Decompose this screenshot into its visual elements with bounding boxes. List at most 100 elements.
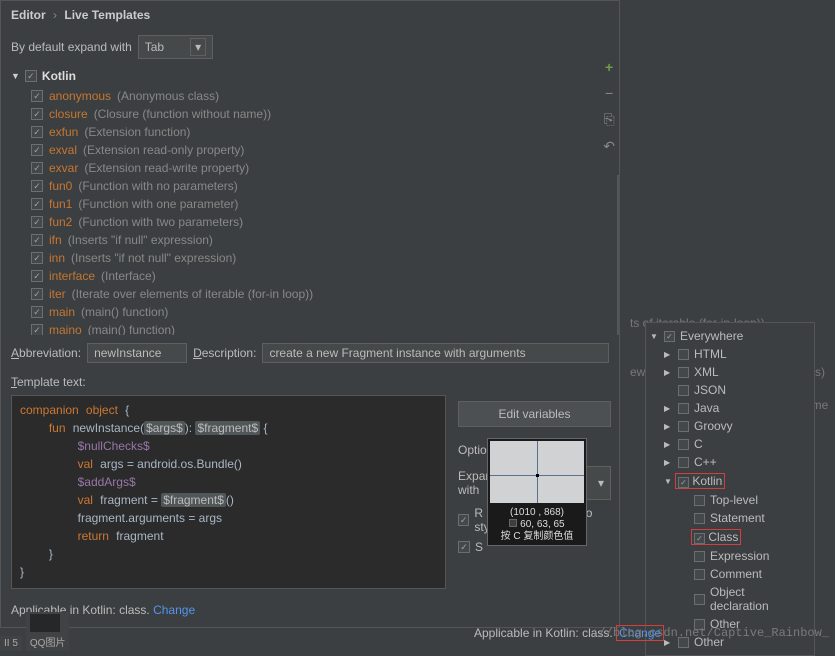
chevron-icon xyxy=(664,458,670,467)
templates-list: ▼ Kotlin anonymous (Anonymous class)clos… xyxy=(1,65,619,335)
template-item[interactable]: exfun (Extension function) xyxy=(1,123,619,141)
abbrev-desc-row: Abbreviation: Description: xyxy=(1,335,619,371)
description-input[interactable] xyxy=(262,343,609,363)
context-checkbox[interactable] xyxy=(694,495,705,506)
chevron-icon xyxy=(664,350,670,359)
template-checkbox[interactable] xyxy=(31,252,43,264)
template-checkbox[interactable] xyxy=(31,234,43,246)
revert-icon[interactable]: ↶ xyxy=(603,138,615,155)
popup-item[interactable]: C xyxy=(646,435,814,453)
template-desc: (Inserts "if not null" expression) xyxy=(71,251,236,265)
template-checkbox[interactable] xyxy=(31,144,43,156)
taskbar: II 5 QQ图片 xyxy=(0,612,69,651)
context-checkbox[interactable] xyxy=(678,367,689,378)
template-name: inn xyxy=(49,251,65,265)
template-item[interactable]: fun2 (Function with two parameters) xyxy=(1,213,619,231)
chevron-icon xyxy=(650,332,658,341)
popup-item[interactable]: Expression xyxy=(646,547,814,565)
popup-item[interactable]: Kotlin xyxy=(646,471,814,491)
popup-item[interactable]: Statement xyxy=(646,509,814,527)
taskbar-item[interactable]: II 5 xyxy=(0,636,22,651)
template-item[interactable]: closure (Closure (function without name)… xyxy=(1,105,619,123)
shorten-checkbox[interactable] xyxy=(458,541,470,553)
abbreviation-input[interactable] xyxy=(87,343,187,363)
template-name: main xyxy=(49,305,75,319)
edit-variables-button[interactable]: Edit variables xyxy=(458,401,611,427)
breadcrumb-editor[interactable]: Editor xyxy=(11,8,46,22)
taskbar-item[interactable]: QQ图片 xyxy=(26,612,70,651)
popup-item[interactable]: Object declaration xyxy=(646,583,814,615)
context-checkbox[interactable] xyxy=(678,457,689,468)
template-item[interactable]: inn (Inserts "if not null" expression) xyxy=(1,249,619,267)
context-checkbox[interactable] xyxy=(678,403,689,414)
template-checkbox[interactable] xyxy=(31,180,43,192)
context-checkbox[interactable] xyxy=(694,569,705,580)
template-item[interactable]: interface (Interface) xyxy=(1,267,619,285)
template-name: ifn xyxy=(49,233,62,247)
context-checkbox[interactable] xyxy=(664,331,675,342)
template-item[interactable]: exval (Extension read-only property) xyxy=(1,141,619,159)
popup-item[interactable]: HTML xyxy=(646,345,814,363)
popup-item[interactable]: Everywhere xyxy=(646,327,814,345)
chevron-icon xyxy=(664,404,670,413)
template-checkbox[interactable] xyxy=(31,216,43,228)
context-checkbox[interactable] xyxy=(678,421,689,432)
context-checkbox[interactable] xyxy=(694,513,705,524)
template-name: maino xyxy=(49,323,82,335)
group-checkbox[interactable] xyxy=(25,70,37,82)
template-item[interactable]: exvar (Extension read-write property) xyxy=(1,159,619,177)
template-desc: (main() function) xyxy=(88,323,175,335)
popup-item[interactable]: Comment xyxy=(646,565,814,583)
chevron-down-icon: ▾ xyxy=(598,476,604,490)
popup-item[interactable]: Groovy xyxy=(646,417,814,435)
popup-item[interactable]: Top-level xyxy=(646,491,814,509)
chevron-icon xyxy=(664,477,672,486)
context-checkbox[interactable] xyxy=(678,439,689,450)
popup-item[interactable]: XML xyxy=(646,363,814,381)
chevron-icon xyxy=(664,422,670,431)
minus-icon[interactable]: − xyxy=(605,85,613,101)
template-item[interactable]: fun0 (Function with no parameters) xyxy=(1,177,619,195)
context-checkbox[interactable] xyxy=(694,551,705,562)
breadcrumb-separator: › xyxy=(49,8,61,22)
popup-item[interactable]: Java xyxy=(646,399,814,417)
template-checkbox[interactable] xyxy=(31,306,43,318)
context-checkbox[interactable] xyxy=(694,594,705,605)
template-checkbox[interactable] xyxy=(31,270,43,282)
template-item[interactable]: ifn (Inserts "if null" expression) xyxy=(1,231,619,249)
template-desc: (Anonymous class) xyxy=(117,89,219,103)
template-name: iter xyxy=(49,287,66,301)
template-item[interactable]: iter (Iterate over elements of iterable … xyxy=(1,285,619,303)
template-checkbox[interactable] xyxy=(31,162,43,174)
template-editor[interactable]: companion object { fun newInstance($args… xyxy=(11,395,446,589)
group-kotlin[interactable]: ▼ Kotlin xyxy=(1,65,619,87)
reformat-checkbox[interactable] xyxy=(458,514,469,526)
template-checkbox[interactable] xyxy=(31,324,43,335)
expand-with-value: Tab xyxy=(145,40,164,54)
context-checkbox[interactable] xyxy=(678,349,689,360)
template-desc: (main() function) xyxy=(81,305,168,319)
template-checkbox[interactable] xyxy=(31,126,43,138)
template-item[interactable]: anonymous (Anonymous class) xyxy=(1,87,619,105)
template-checkbox[interactable] xyxy=(31,108,43,120)
popup-item[interactable]: C++ xyxy=(646,453,814,471)
template-checkbox[interactable] xyxy=(31,198,43,210)
template-item[interactable]: maino (main() function) xyxy=(1,321,619,335)
expand-with-select[interactable]: Tab ▾ xyxy=(138,35,213,59)
context-checkbox[interactable] xyxy=(678,477,689,488)
template-item[interactable]: main (main() function) xyxy=(1,303,619,321)
scrollbar-vertical[interactable] xyxy=(617,175,619,335)
template-item[interactable]: fun1 (Function with one parameter) xyxy=(1,195,619,213)
side-toolbar: + − ⎘ ↶ xyxy=(603,59,615,155)
description-label: Description: xyxy=(193,346,256,360)
change-link[interactable]: Change xyxy=(153,603,195,617)
popup-item[interactable]: Class xyxy=(646,527,814,547)
context-checkbox[interactable] xyxy=(678,385,689,396)
template-checkbox[interactable] xyxy=(31,90,43,102)
plus-icon[interactable]: + xyxy=(605,59,613,75)
watermark: ://blog.csdn.net/Captive_Rainbow_ xyxy=(591,626,829,640)
copy-icon[interactable]: ⎘ xyxy=(604,111,615,128)
template-checkbox[interactable] xyxy=(31,288,43,300)
popup-item[interactable]: JSON xyxy=(646,381,814,399)
context-checkbox[interactable] xyxy=(694,533,705,544)
